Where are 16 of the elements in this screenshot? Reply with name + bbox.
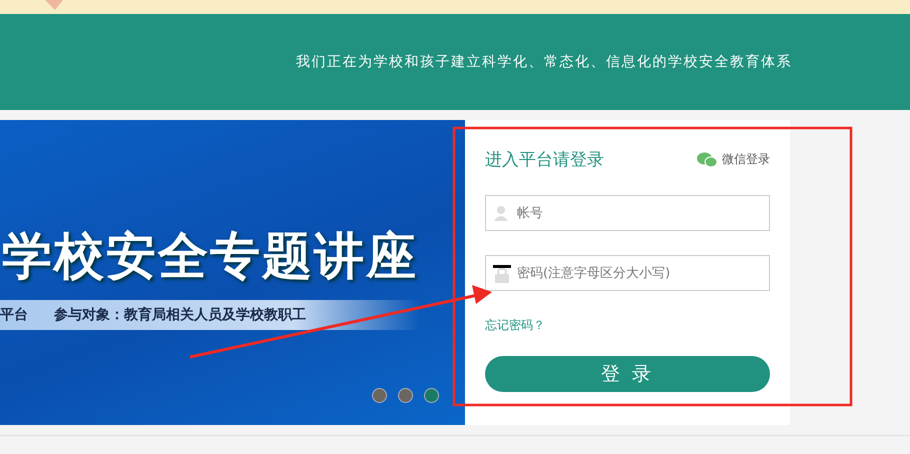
banner-title: 学校安全专题讲座 xyxy=(2,226,419,287)
carousel-dot[interactable] xyxy=(372,388,387,403)
password-field[interactable]: 密码(注意字母区分大小写) xyxy=(485,255,770,291)
user-icon xyxy=(493,205,509,221)
chat-bubbles-icon xyxy=(697,152,717,168)
carousel-dot[interactable] xyxy=(424,388,439,403)
wechat-login-link[interactable]: 微信登录 xyxy=(722,151,770,168)
slogan: 我们正在为学校和孩子建立科学化、常态化、信息化的学校安全教育体系 xyxy=(296,53,792,71)
lock-icon xyxy=(493,265,511,283)
carousel-dot[interactable] xyxy=(398,388,413,403)
login-title: 进入平台请登录 xyxy=(485,149,604,171)
login-button[interactable]: 登 录 xyxy=(485,356,770,392)
banner-caption: 平台 xyxy=(0,306,28,324)
forgot-password-link[interactable]: 忘记密码？ xyxy=(485,317,545,334)
account-field[interactable]: 帐号 xyxy=(485,195,770,231)
banner-caption: 参与对象：教育局相关人员及学校教职工 xyxy=(54,306,306,324)
